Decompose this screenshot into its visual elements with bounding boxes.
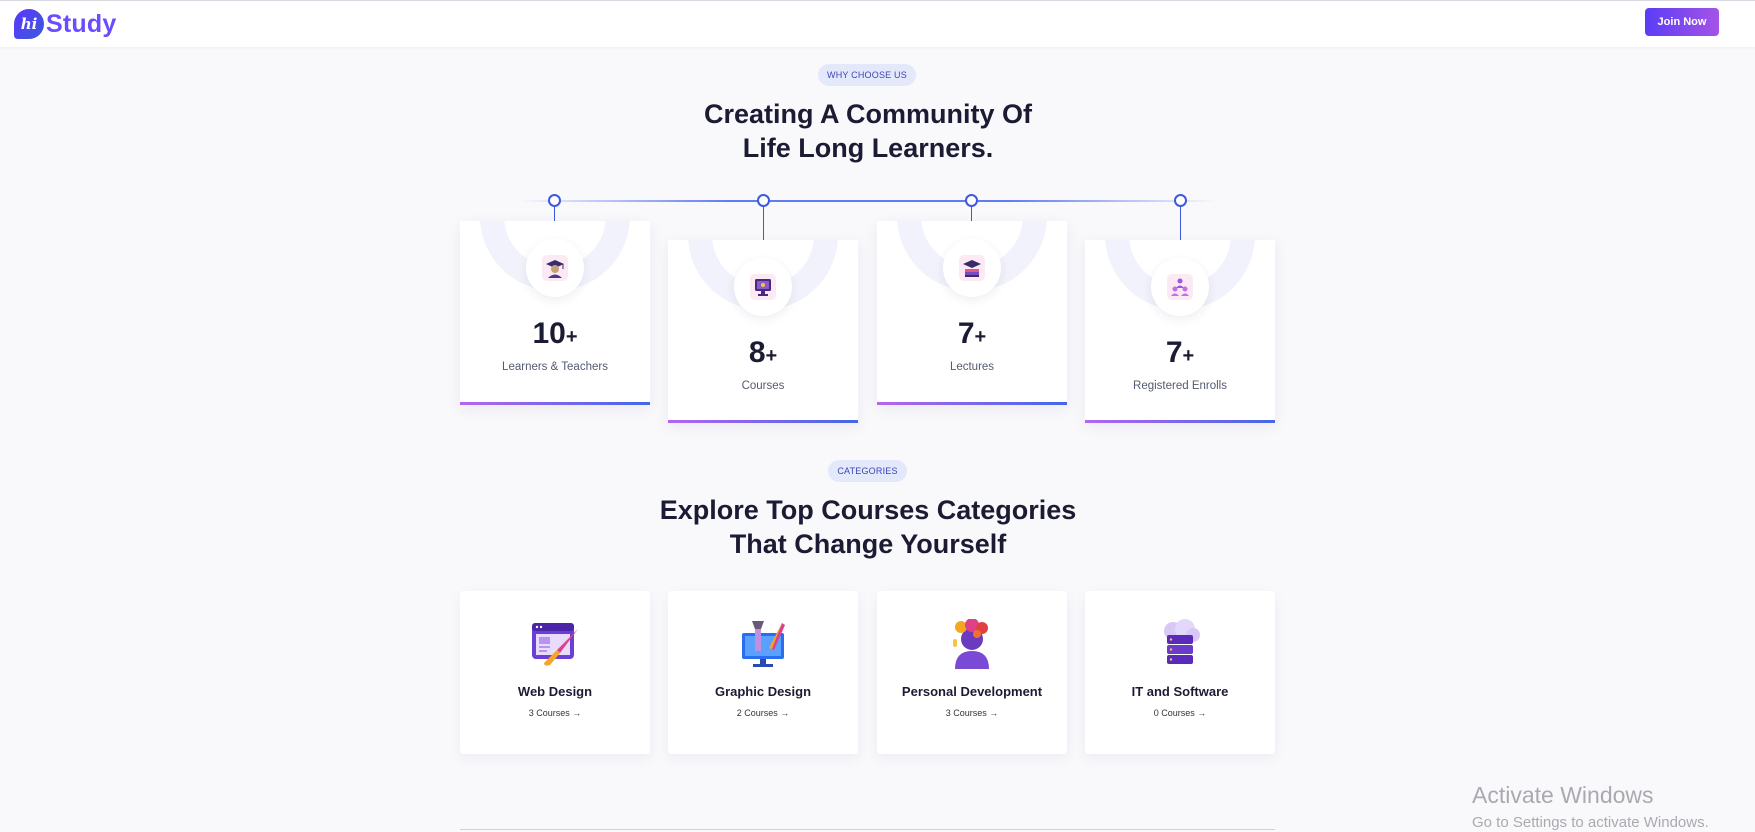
stat-value: 8+	[748, 336, 778, 369]
site-header: hi Study Join Now	[0, 0, 1755, 47]
timeline-node	[757, 194, 770, 207]
stat-icon-circle	[1151, 258, 1209, 316]
web-design-icon	[530, 619, 580, 669]
card-bottom-bar	[668, 420, 858, 423]
category-title: Web Design	[517, 684, 593, 699]
timeline-node	[965, 194, 978, 207]
category-courses-link[interactable]: 3 Courses →	[877, 708, 1067, 718]
stat-icon-circle	[734, 258, 792, 316]
category-card-personal-development[interactable]: Personal Development 3 Courses →	[877, 591, 1067, 754]
stat-label: Learners & Teachers	[502, 361, 608, 373]
category-courses-link[interactable]: 0 Courses →	[1085, 708, 1275, 718]
why-heading: Creating A Community Of Life Long Learne…	[568, 97, 1168, 165]
stat-icon-circle	[526, 239, 584, 297]
activate-windows-title: Activate Windows	[1472, 782, 1654, 808]
join-now-button[interactable]: Join Now	[1645, 8, 1719, 36]
categories-heading-line2: That Change Yourself	[729, 529, 1007, 559]
why-heading-line1: Creating A Community Of	[703, 99, 1032, 129]
stat-card-lectures: 7+ Lectures	[877, 221, 1067, 405]
category-card-it-software[interactable]: IT and Software 0 Courses →	[1085, 591, 1275, 754]
timeline-node	[548, 194, 561, 207]
categories-heading-line1: Explore Top Courses Categories	[659, 495, 1077, 525]
personal-development-icon	[947, 618, 997, 669]
timeline-stem	[971, 207, 972, 221]
why-choose-us-pill: WHY CHOOSE US	[818, 64, 916, 86]
book-cap-icon	[959, 255, 985, 281]
arrow-right-icon: →	[1197, 708, 1207, 718]
timeline-line	[518, 200, 1218, 202]
stat-card-enrolls: 7+ Registered Enrolls	[1085, 240, 1275, 423]
timeline-stem	[763, 207, 764, 240]
stat-value: 7+	[957, 317, 987, 350]
stat-icon-circle	[943, 239, 1001, 297]
category-courses-link[interactable]: 2 Courses →	[668, 708, 858, 718]
card-bottom-bar	[1085, 420, 1275, 423]
stat-card-learners: 10+ Learners & Teachers	[460, 221, 650, 405]
category-courses-link[interactable]: 3 Courses →	[460, 708, 650, 718]
category-title: Graphic Design	[714, 684, 812, 699]
it-software-icon	[1155, 619, 1205, 669]
timeline-stem	[554, 207, 555, 221]
site-logo[interactable]: hi Study	[14, 9, 116, 39]
section-divider	[460, 829, 1275, 830]
timeline-node	[1174, 194, 1187, 207]
category-card-web-design[interactable]: Web Design 3 Courses →	[460, 591, 650, 754]
monitor-icon	[750, 274, 776, 300]
stat-value: 10+	[532, 317, 578, 350]
category-title: Personal Development	[901, 684, 1043, 699]
graduate-icon	[542, 255, 568, 281]
categories-heading: Explore Top Courses Categories That Chan…	[568, 493, 1168, 561]
stat-card-courses: 8+ Courses	[668, 240, 858, 423]
arrow-right-icon: →	[780, 708, 790, 718]
logo-mark: hi	[14, 9, 44, 39]
activate-windows-subtitle: Go to Settings to activate Windows.	[1472, 814, 1709, 831]
card-bottom-bar	[877, 402, 1067, 405]
stat-label: Courses	[741, 380, 785, 392]
timeline-stem	[1180, 207, 1181, 240]
stat-label: Registered Enrolls	[1133, 380, 1227, 392]
categories-pill: CATEGORIES	[828, 460, 907, 482]
graphic-design-icon	[738, 619, 788, 669]
category-title: IT and Software	[1131, 684, 1229, 699]
why-heading-line2: Life Long Learners.	[742, 133, 994, 163]
arrow-right-icon: →	[989, 708, 999, 718]
category-card-graphic-design[interactable]: Graphic Design 2 Courses →	[668, 591, 858, 754]
logo-text: Study	[46, 9, 117, 38]
stat-value: 7+	[1165, 336, 1195, 369]
group-icon	[1167, 274, 1193, 300]
stat-label: Lectures	[949, 361, 995, 373]
arrow-right-icon: →	[572, 708, 582, 718]
card-bottom-bar	[460, 402, 650, 405]
